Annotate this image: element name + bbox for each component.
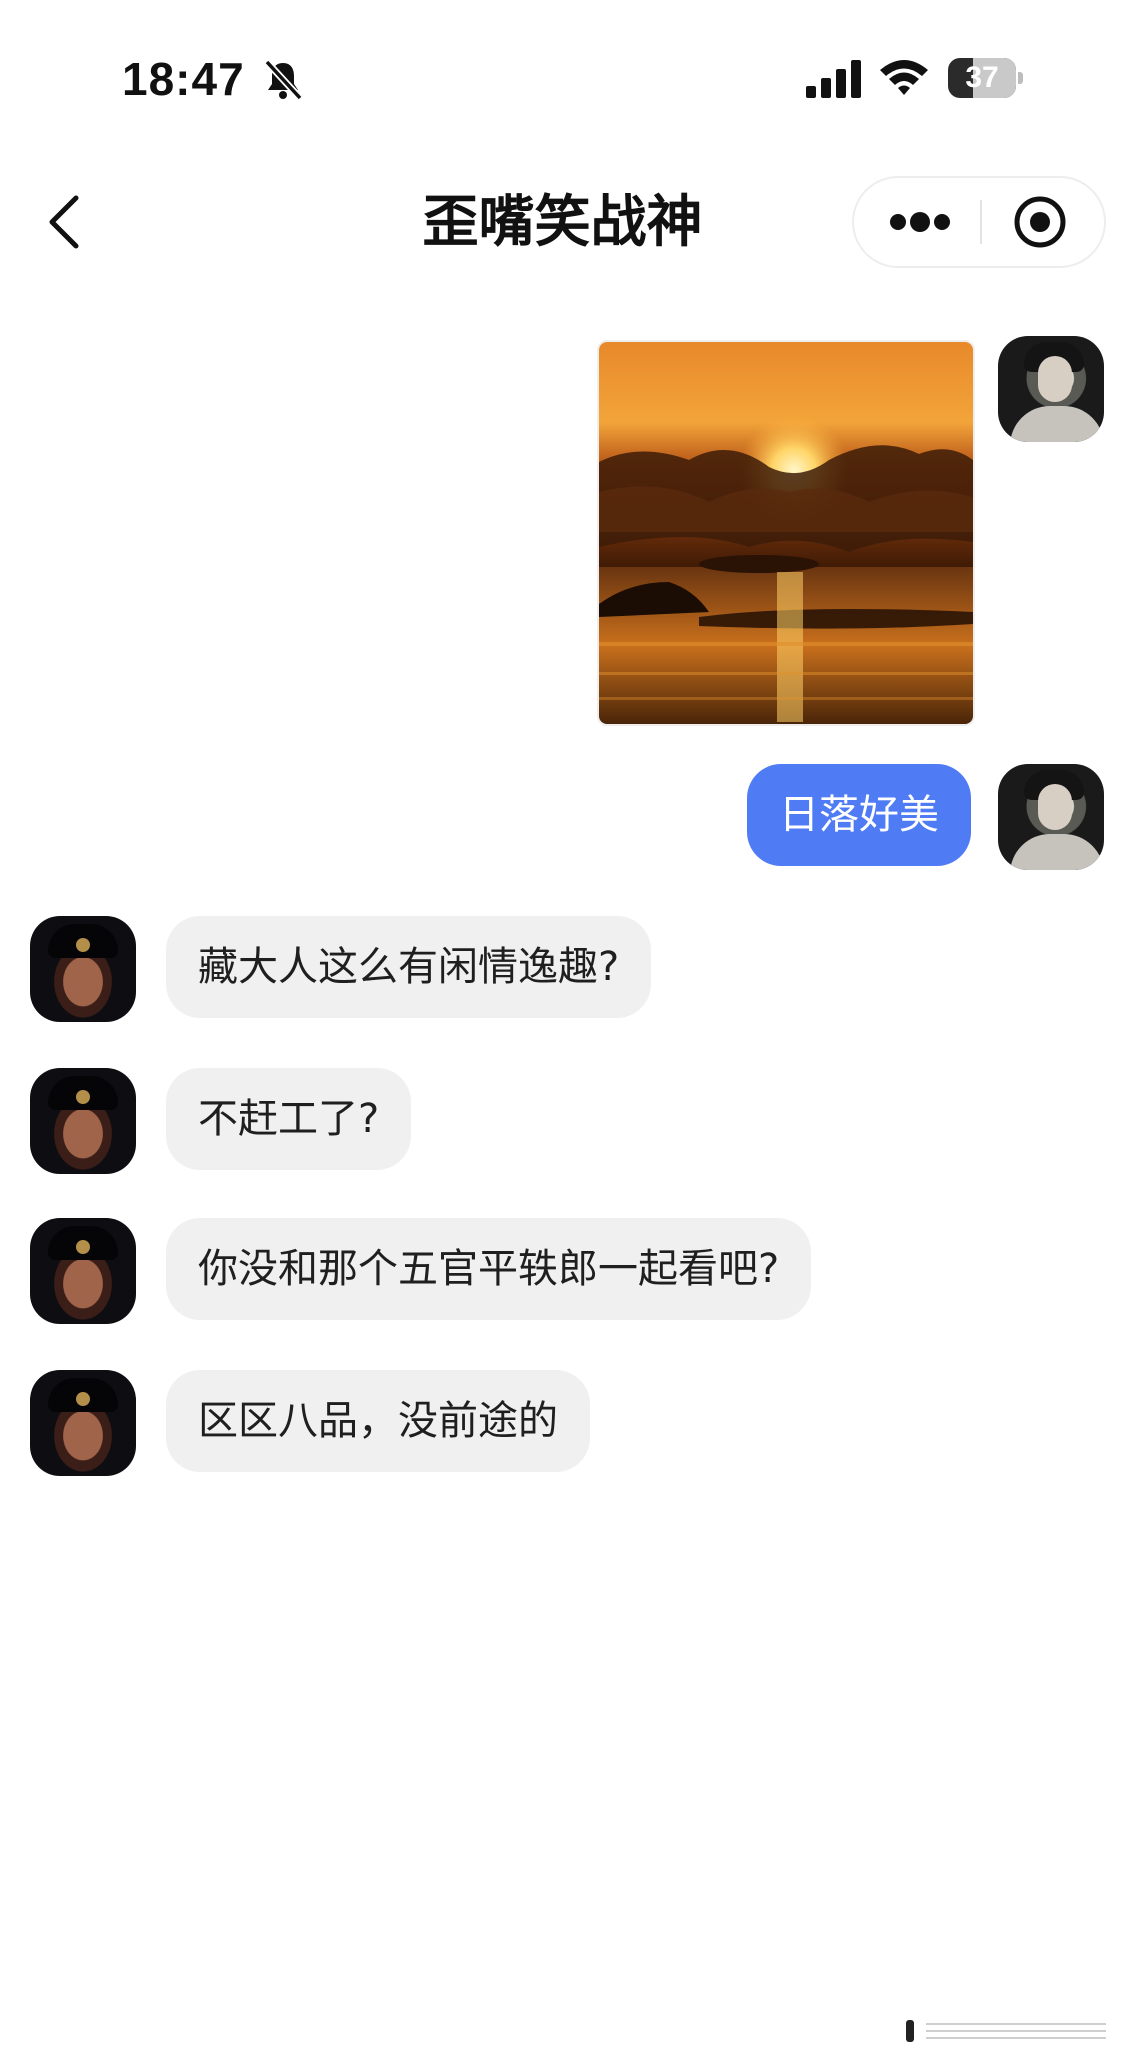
- contact-avatar[interactable]: [30, 1068, 136, 1174]
- status-bar: 18:47 37: [0, 0, 1125, 150]
- status-time: 18:47: [122, 53, 245, 105]
- message-bubble-other[interactable]: 区区八品，没前途的: [166, 1370, 590, 1472]
- signal-icon: [806, 60, 861, 98]
- contact-avatar[interactable]: [30, 916, 136, 1022]
- close-button[interactable]: [982, 178, 1106, 266]
- message-bubble-other[interactable]: 你没和那个五官平轶郎一起看吧?: [166, 1218, 812, 1320]
- more-button[interactable]: [854, 178, 980, 266]
- photo-message[interactable]: [597, 340, 975, 726]
- wifi-icon: [880, 60, 928, 95]
- more-dots-icon: [890, 212, 950, 232]
- message-bubble-other[interactable]: 不赶工了?: [166, 1068, 412, 1170]
- battery-icon: 37: [948, 58, 1024, 98]
- close-target-icon: [1014, 196, 1066, 248]
- battery-cap: [1018, 72, 1023, 84]
- battery-level: 37: [965, 61, 999, 94]
- self-avatar[interactable]: [998, 764, 1104, 870]
- mini-program-capsule: [852, 176, 1106, 268]
- nav-bar: 歪嘴笑战神: [0, 160, 1125, 290]
- contact-avatar[interactable]: [30, 1218, 136, 1324]
- message-bubble-other[interactable]: 藏大人这么有闲情逸趣?: [166, 916, 652, 1018]
- message-bubble-self[interactable]: 日落好美: [747, 764, 971, 866]
- contact-avatar[interactable]: [30, 1370, 136, 1476]
- battery-body: 37: [948, 58, 1016, 98]
- self-avatar[interactable]: [998, 336, 1104, 442]
- sunset-photo: [599, 342, 973, 724]
- chat-area[interactable]: 日落好美 藏大人这么有闲情逸趣? 不赶工了? 你没和那个五官平轶郎一起看吧? 区…: [0, 300, 1125, 2000]
- bell-muted-icon: [264, 59, 303, 101]
- corner-lines-icon: [906, 2020, 1106, 2042]
